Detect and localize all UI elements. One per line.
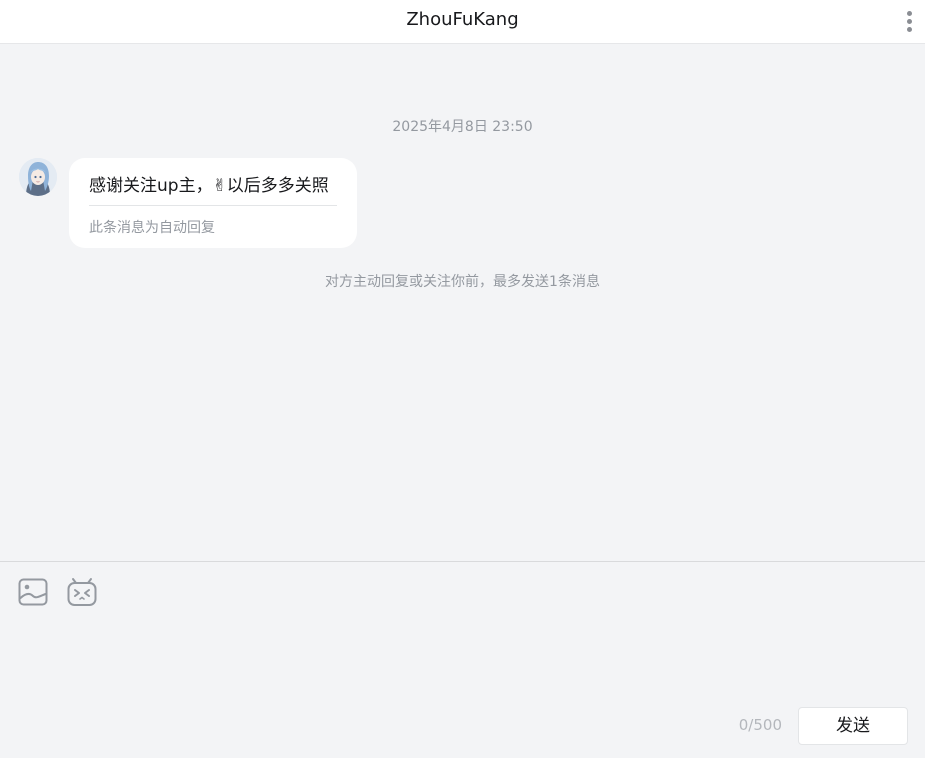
emoji-icon[interactable] — [67, 577, 97, 607]
message-bubble[interactable]: 感谢关注up主，✌以后多多关照 此条消息为自动回复 — [69, 158, 357, 248]
avatar-image-icon — [19, 158, 57, 196]
chat-window: ZhouFuKang 2025年4月8日 23:50 感谢关注up主，✌以后多多… — [0, 0, 925, 758]
message-list[interactable]: 2025年4月8日 23:50 感谢关注up主，✌以后多多关照 此条消息为自动回… — [0, 44, 925, 561]
image-upload-icon[interactable] — [18, 577, 48, 607]
message-timestamp: 2025年4月8日 23:50 — [392, 119, 533, 135]
send-limit-notice: 对方主动回复或关注你前，最多发送1条消息 — [325, 274, 600, 290]
chat-title: ZhouFuKang — [406, 9, 519, 30]
more-dot — [907, 27, 912, 32]
character-counter: 0/500 — [738, 716, 782, 734]
message-text: 感谢关注up主，✌以后多多关照 — [89, 176, 329, 196]
send-button[interactable]: 发送 — [798, 707, 908, 745]
more-dot — [907, 19, 912, 24]
avatar[interactable] — [19, 158, 57, 196]
auto-reply-note: 此条消息为自动回复 — [89, 220, 215, 236]
bubble-divider — [89, 205, 337, 206]
chat-header: ZhouFuKang — [0, 0, 925, 44]
more-options-icon[interactable] — [901, 9, 917, 33]
message-composer[interactable]: 0/500 发送 — [0, 561, 925, 758]
more-dot — [907, 11, 912, 16]
